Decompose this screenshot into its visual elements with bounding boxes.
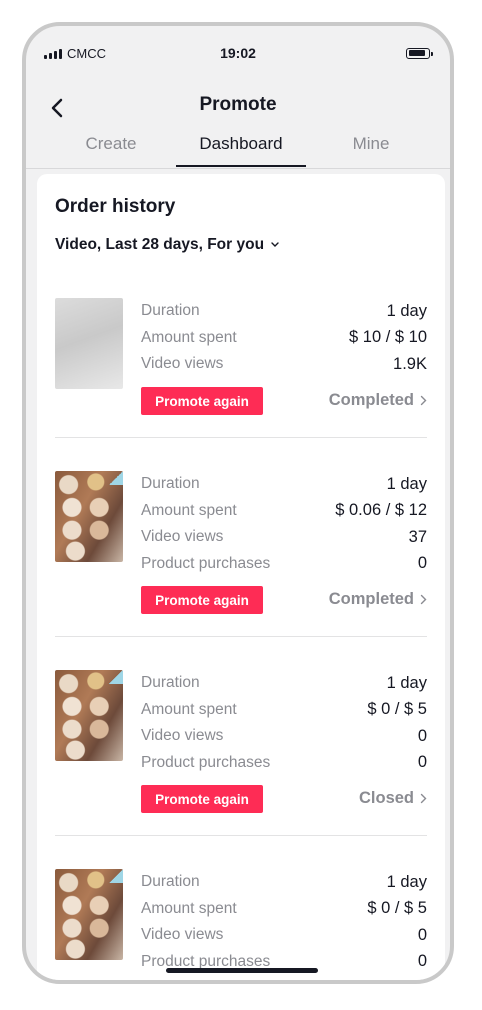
detail-row: Video views 37 bbox=[141, 527, 427, 546]
tab-mine[interactable]: Mine bbox=[306, 134, 436, 154]
order-details: Duration 1 day Amount spent $ 0.06 / $ 12 … bbox=[141, 471, 427, 577]
tab-bar: Create Dashboard Mine bbox=[26, 130, 450, 169]
nav-bar: Promote bbox=[26, 80, 450, 136]
order-details: Duration 1 day Amount spent $ 0 / $ 5 Vide… bbox=[141, 670, 427, 776]
detail-row: Product purchases 0 bbox=[141, 753, 427, 772]
order-history-card: Order history Video, Last 28 days, For y… bbox=[37, 174, 445, 980]
divider bbox=[55, 437, 427, 438]
promote-again-button[interactable]: Promote again bbox=[141, 586, 263, 614]
detail-row: Video views 0 bbox=[141, 726, 427, 745]
detail-row: Video views 0 bbox=[141, 925, 427, 944]
video-thumbnail bbox=[55, 670, 123, 761]
page-title: Promote bbox=[199, 94, 277, 115]
detail-row: Duration 1 day bbox=[141, 474, 427, 493]
detail-row: Duration 1 day bbox=[141, 673, 427, 692]
active-tab-indicator bbox=[176, 165, 306, 167]
chevron-down-icon bbox=[271, 242, 279, 247]
signal-icon bbox=[44, 48, 62, 59]
filter-dropdown[interactable]: Video, Last 28 days, For you bbox=[55, 236, 280, 254]
video-thumbnail bbox=[55, 869, 123, 960]
detail-row: Video views 1.9K bbox=[141, 354, 427, 373]
carrier-name: CMCC bbox=[67, 45, 106, 61]
status-left: CMCC bbox=[44, 46, 106, 61]
video-thumbnail bbox=[55, 298, 123, 389]
tab-dashboard[interactable]: Dashboard bbox=[176, 134, 306, 154]
filter-label: Video, Last 28 days, For you bbox=[55, 236, 265, 253]
order-status-link[interactable]: Completed bbox=[329, 391, 427, 410]
status-bar: CMCC 19:02 bbox=[26, 26, 450, 80]
order-status-link[interactable]: Completed bbox=[329, 590, 427, 609]
phone-frame: CMCC 19:02 Promote Create Dashboard Mine… bbox=[22, 22, 454, 984]
order-status: Completed bbox=[328, 391, 414, 409]
detail-row: Amount spent $ 0 / $ 5 bbox=[141, 899, 427, 918]
chevron-right-icon bbox=[420, 594, 427, 605]
order-details: Duration 1 day Amount spent $ 10 / $ 10 Vi… bbox=[141, 298, 427, 378]
video-thumbnail bbox=[55, 471, 123, 562]
detail-row: Duration 1 day bbox=[141, 301, 427, 320]
detail-row: Amount spent $ 0.06 / $ 12 bbox=[141, 501, 427, 520]
order-status: Closed bbox=[358, 789, 414, 807]
detail-row: Product purchases 0 bbox=[141, 554, 427, 573]
detail-row: Amount spent $ 10 / $ 10 bbox=[141, 328, 427, 347]
order-status: Completed bbox=[328, 590, 414, 608]
chevron-right-icon bbox=[420, 395, 427, 406]
tab-create[interactable]: Create bbox=[46, 134, 176, 154]
divider bbox=[55, 636, 427, 637]
order-status-link[interactable]: Closed bbox=[359, 789, 427, 808]
detail-row: Amount spent $ 0 / $ 5 bbox=[141, 700, 427, 719]
divider bbox=[55, 835, 427, 836]
order-details: Duration 1 day Amount spent $ 0 / $ 5 Vide… bbox=[141, 869, 427, 975]
promote-again-button[interactable]: Promote again bbox=[141, 387, 263, 415]
chevron-right-icon bbox=[420, 793, 427, 804]
detail-row: Duration 1 day bbox=[141, 872, 427, 891]
section-title: Order history bbox=[55, 196, 176, 217]
battery-icon bbox=[406, 47, 433, 59]
promote-again-button[interactable]: Promote again bbox=[141, 785, 263, 813]
home-indicator[interactable] bbox=[166, 968, 318, 973]
